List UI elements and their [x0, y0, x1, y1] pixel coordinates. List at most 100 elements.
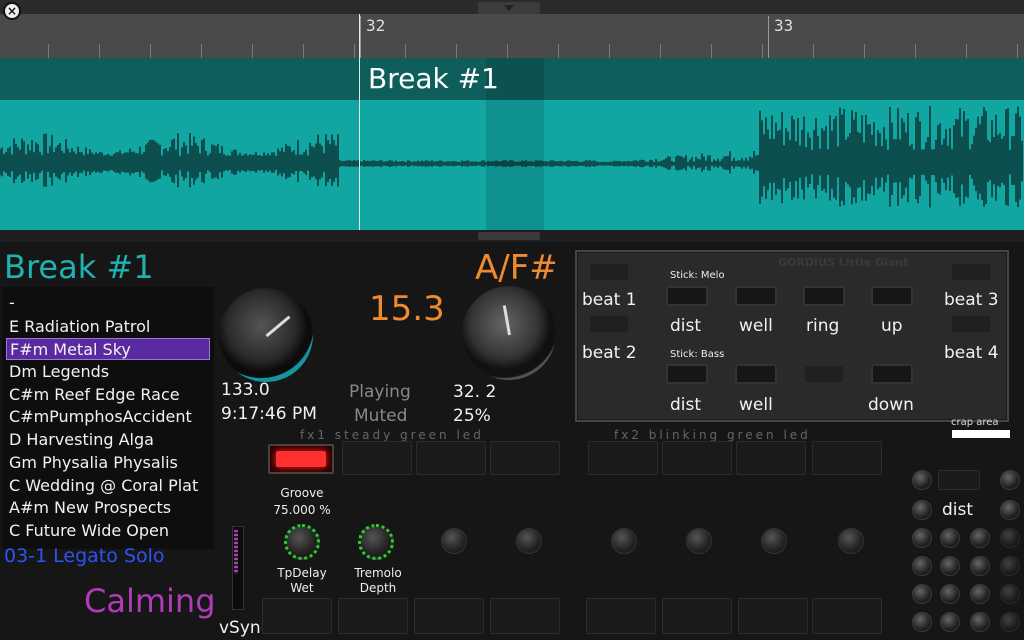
ruler-tick	[507, 44, 508, 58]
fx2-caption: fx2 blinking green led	[614, 428, 811, 442]
grid-knob[interactable]	[1000, 528, 1020, 548]
beat3-label: beat 3	[944, 290, 999, 310]
fx1-button-3[interactable]	[416, 441, 486, 475]
song-item[interactable]: E Radiation Patrol	[6, 316, 210, 338]
beat3-pad[interactable]	[950, 262, 992, 282]
ruler-tick	[660, 44, 661, 58]
beat1-pad[interactable]	[588, 262, 630, 282]
cue-region-label: Break #1	[368, 62, 499, 95]
fx-knob[interactable]	[441, 528, 467, 554]
cue-title: Break #1	[4, 248, 154, 286]
playhead[interactable]	[359, 14, 360, 230]
melo-label-ring: ring	[806, 316, 840, 336]
right-pad[interactable]	[938, 470, 980, 490]
grid-knob[interactable]	[940, 612, 960, 632]
bottom-button-7[interactable]	[738, 598, 808, 634]
depth-label: Depth	[359, 581, 397, 595]
fx2-button-4[interactable]	[812, 441, 882, 475]
beat2-pad[interactable]	[588, 314, 630, 334]
crap-area[interactable]	[952, 430, 1010, 438]
grid-knob[interactable]	[912, 612, 932, 632]
crap-area-label: crap area	[951, 417, 999, 428]
song-item[interactable]: C Future Wide Open	[6, 520, 210, 542]
grid-knob[interactable]	[912, 528, 932, 548]
song-item[interactable]: C Wedding @ Coral Plat	[6, 475, 210, 497]
grid-knob[interactable]	[912, 584, 932, 604]
chevron-down-icon	[504, 5, 514, 11]
stick-melo-label: Stick: Melo	[670, 270, 725, 281]
grid-knob[interactable]	[912, 470, 932, 490]
fx2-button-1[interactable]	[588, 441, 658, 475]
bottom-button-3[interactable]	[414, 598, 484, 634]
ruler-tick	[405, 44, 406, 58]
grid-knob[interactable]	[970, 556, 990, 576]
energy-readout: 15.3	[369, 289, 445, 329]
close-icon[interactable]: ×	[3, 2, 21, 20]
bottom-button-2[interactable]	[338, 598, 408, 634]
bottom-button-5[interactable]	[586, 598, 656, 634]
fx2-button-2[interactable]	[662, 441, 732, 475]
melo-pad-up[interactable]	[871, 286, 913, 306]
bottom-button-4[interactable]	[490, 598, 560, 634]
melo-label-dist: dist	[670, 316, 702, 336]
grid-knob[interactable]	[912, 556, 932, 576]
song-item[interactable]: C#m Reef Edge Race	[6, 384, 210, 406]
grid-knob[interactable]	[940, 528, 960, 548]
bottom-button-8[interactable]	[812, 598, 882, 634]
wet-label: Wet	[290, 581, 314, 595]
melo-pad-ring[interactable]	[803, 286, 845, 306]
song-item[interactable]: Gm Physalia Physalis	[6, 452, 210, 474]
fx2-button-3[interactable]	[736, 441, 806, 475]
fx1-button-4[interactable]	[490, 441, 560, 475]
ruler-tick	[150, 44, 151, 58]
grid-knob[interactable]	[970, 584, 990, 604]
grid-knob[interactable]	[1000, 470, 1020, 490]
bass-pad-dist[interactable]	[666, 364, 708, 384]
fx1-button-2[interactable]	[342, 441, 412, 475]
grid-knob[interactable]	[1000, 556, 1020, 576]
ruler-tick	[966, 44, 967, 58]
bottom-button-1[interactable]	[262, 598, 332, 634]
fx-knob[interactable]	[686, 528, 712, 554]
right-dist-label: dist	[942, 500, 974, 520]
melo-pad-well[interactable]	[735, 286, 777, 306]
bottom-button-6[interactable]	[662, 598, 732, 634]
preset-name[interactable]: 03-1 Legato Solo	[4, 545, 165, 567]
song-item[interactable]: -	[6, 292, 210, 314]
status-muted: Muted	[354, 406, 408, 426]
beat4-label: beat 4	[944, 343, 999, 363]
beat2-label: beat 2	[582, 343, 637, 363]
grid-knob[interactable]	[970, 528, 990, 548]
bass-pad-well[interactable]	[735, 364, 777, 384]
grid-knob[interactable]	[1000, 584, 1020, 604]
song-item[interactable]: Dm Legends	[6, 361, 210, 383]
fx-knob[interactable]	[761, 528, 787, 554]
groove-label: Groove	[280, 486, 324, 500]
bass-pad-down[interactable]	[871, 364, 913, 384]
melo-pad-dist[interactable]	[666, 286, 708, 306]
song-item[interactable]: C#mPumphosAccident	[6, 406, 210, 428]
tpdelay-wet-knob[interactable]	[284, 524, 320, 560]
ruler-tick	[201, 44, 202, 58]
beat4-pad[interactable]	[950, 314, 992, 334]
grid-knob[interactable]	[940, 584, 960, 604]
song-item[interactable]: D Harvesting Alga	[6, 429, 210, 451]
bass-label-down: down	[868, 395, 914, 415]
bottom-scroll-handle[interactable]	[478, 232, 540, 240]
grid-knob[interactable]	[1000, 500, 1020, 520]
melo-label-up: up	[881, 316, 903, 336]
fx-knob[interactable]	[611, 528, 637, 554]
grid-knob[interactable]	[970, 612, 990, 632]
tremolo-depth-knob[interactable]	[358, 524, 394, 560]
grid-knob[interactable]	[1000, 612, 1020, 632]
controller-panel	[575, 250, 1009, 422]
grid-knob[interactable]	[912, 500, 932, 520]
song-item-selected[interactable]: F#m Metal Sky	[6, 338, 210, 360]
fx-knob[interactable]	[516, 528, 542, 554]
bass-pad-empty[interactable]	[803, 364, 845, 384]
fx-knob[interactable]	[838, 528, 864, 554]
grid-knob[interactable]	[940, 556, 960, 576]
ruler-tick	[456, 44, 457, 58]
song-item[interactable]: A#m New Prospects	[6, 497, 210, 519]
position-readout: 32. 2	[453, 382, 497, 402]
